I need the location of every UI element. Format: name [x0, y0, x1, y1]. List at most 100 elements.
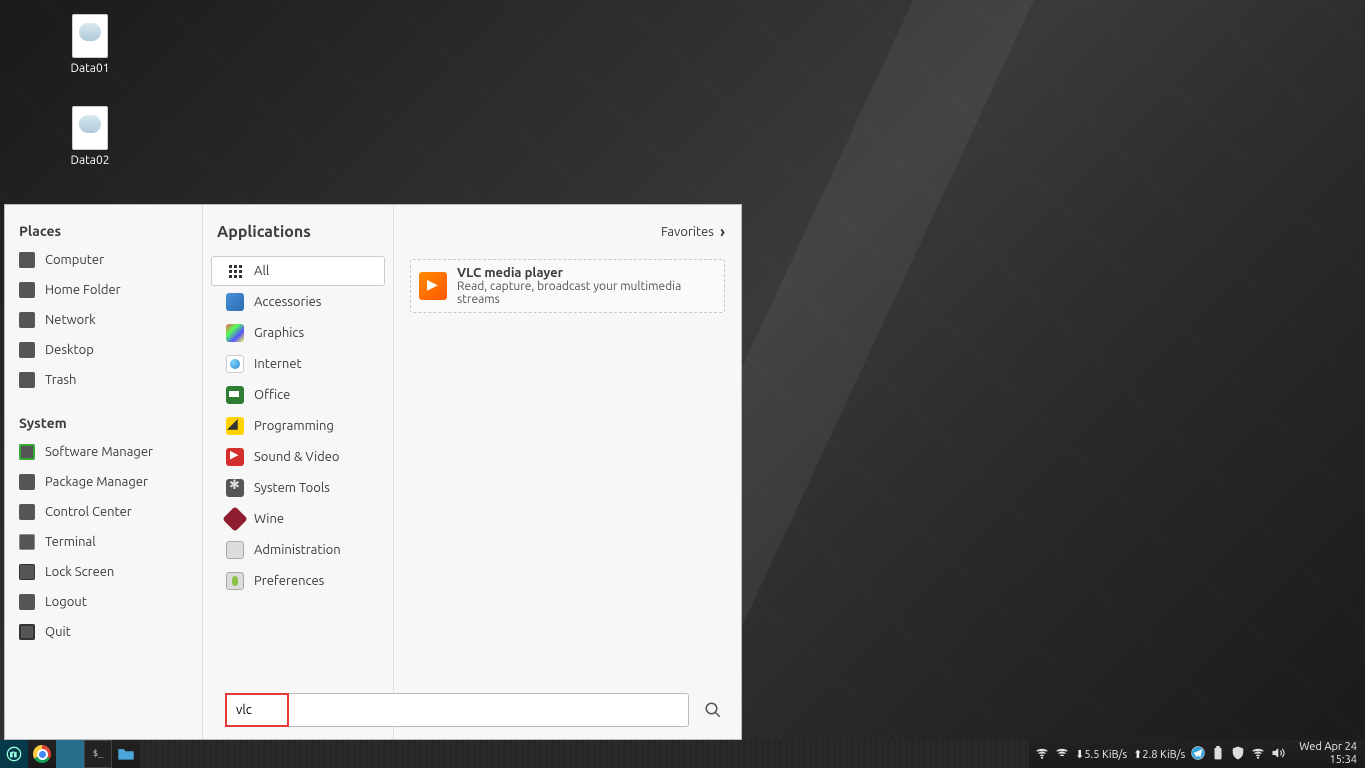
item-label: Software Manager — [45, 445, 153, 459]
computer-icon — [19, 252, 35, 268]
item-label: Terminal — [45, 535, 96, 549]
system-item-quit[interactable]: Quit — [5, 617, 202, 647]
clock-time: 15:34 — [1299, 754, 1357, 767]
category-preferences[interactable]: Preferences — [211, 566, 385, 596]
category-programming[interactable]: Programming — [211, 411, 385, 441]
item-label: Home Folder — [45, 283, 121, 297]
item-label: Control Center — [45, 505, 132, 519]
system-item-terminal[interactable]: Terminal — [5, 527, 202, 557]
wifi-alt-icon[interactable] — [1055, 746, 1069, 763]
control-icon — [19, 504, 35, 520]
category-office[interactable]: Office — [211, 380, 385, 410]
menu-apps-panel: Favorites › VLC media player Read, captu… — [394, 205, 741, 739]
desktop-icon-label: Data01 — [55, 62, 125, 75]
system-item-software-manager[interactable]: Software Manager — [5, 437, 202, 467]
favorites-label: Favorites — [661, 225, 714, 239]
places-item-network[interactable]: Network — [5, 305, 202, 335]
category-label: Administration — [254, 543, 341, 557]
item-label: Quit — [45, 625, 71, 639]
trash-icon — [19, 372, 35, 388]
category-label: Office — [254, 388, 290, 402]
search-box — [225, 693, 689, 727]
search-input[interactable] — [225, 693, 689, 727]
category-label: Programming — [254, 419, 334, 433]
disk-icon — [72, 14, 108, 58]
folder-icon — [117, 747, 135, 761]
battery-icon[interactable] — [1211, 746, 1225, 763]
app-name: VLC media player — [457, 266, 716, 280]
menu-categories-panel: Applications All Accessories Graphics Inter… — [203, 205, 394, 739]
clock-date: Wed Apr 24 — [1299, 741, 1357, 754]
home-icon — [19, 282, 35, 298]
system-item-package-manager[interactable]: Package Manager — [5, 467, 202, 497]
taskbar: $_ ⬇5.5 KiB/s ⬆2.8 KiB/s Wed Apr 24 — [0, 740, 1365, 768]
taskbar-chrome[interactable] — [28, 740, 56, 768]
package-icon — [19, 474, 35, 490]
category-label: Sound & Video — [254, 450, 340, 464]
category-graphics[interactable]: Graphics — [211, 318, 385, 348]
taskbar-window-list[interactable] — [140, 740, 1029, 768]
shield-icon[interactable] — [1231, 746, 1245, 763]
mint-icon — [6, 746, 22, 762]
category-administration[interactable]: Administration — [211, 535, 385, 565]
category-wine[interactable]: Wine — [211, 504, 385, 534]
item-label: Trash — [45, 373, 76, 387]
taskbar-terminal[interactable]: $_ — [84, 740, 112, 768]
item-label: Package Manager — [45, 475, 148, 489]
snd-icon — [226, 448, 244, 466]
lock-icon — [19, 564, 35, 580]
logout-icon — [19, 594, 35, 610]
item-label: Network — [45, 313, 96, 327]
network-icon[interactable] — [1251, 746, 1265, 763]
category-label: All — [254, 264, 269, 278]
menu-left-panel: Places ComputerHome FolderNetworkDesktop… — [5, 205, 203, 739]
wine-icon — [222, 506, 247, 531]
taskbar-files[interactable] — [112, 740, 140, 768]
places-item-computer[interactable]: Computer — [5, 245, 202, 275]
terminal-icon — [19, 534, 35, 550]
applications-heading: Applications — [217, 223, 379, 241]
category-label: Graphics — [254, 326, 304, 340]
taskbar-show-desktop[interactable] — [56, 740, 84, 768]
pref-icon — [226, 572, 244, 590]
acc-icon — [226, 293, 244, 311]
desktop-icon-data02[interactable]: Data02 — [55, 106, 125, 167]
places-item-desktop[interactable]: Desktop — [5, 335, 202, 365]
admin-icon — [226, 541, 244, 559]
category-sound-video[interactable]: Sound & Video — [211, 442, 385, 472]
app-result-vlc[interactable]: VLC media player Read, capture, broadcas… — [410, 259, 725, 313]
system-item-lock-screen[interactable]: Lock Screen — [5, 557, 202, 587]
category-all[interactable]: All — [211, 256, 385, 286]
search-button[interactable] — [697, 693, 729, 727]
system-item-control-center[interactable]: Control Center — [5, 497, 202, 527]
category-label: Accessories — [254, 295, 321, 309]
category-label: Internet — [254, 357, 302, 371]
places-item-home-folder[interactable]: Home Folder — [5, 275, 202, 305]
prog-icon — [226, 417, 244, 435]
disk-icon — [72, 106, 108, 150]
category-accessories[interactable]: Accessories — [211, 287, 385, 317]
system-item-logout[interactable]: Logout — [5, 587, 202, 617]
volume-icon[interactable] — [1271, 746, 1285, 763]
favorites-link[interactable]: Favorites › — [661, 223, 725, 241]
software-icon — [19, 444, 35, 460]
app-description: Read, capture, broadcast your multimedia… — [457, 280, 716, 306]
telegram-icon[interactable] — [1191, 746, 1205, 763]
net-up-indicator: ⬆2.8 KiB/s — [1133, 748, 1185, 761]
desktop-icon-data01[interactable]: Data01 — [55, 14, 125, 75]
vlc-icon — [419, 272, 447, 300]
item-label: Computer — [45, 253, 104, 267]
network-icon — [19, 312, 35, 328]
category-internet[interactable]: Internet — [211, 349, 385, 379]
wifi-icon[interactable] — [1035, 746, 1049, 763]
search-icon — [704, 701, 722, 719]
system-tray: ⬇5.5 KiB/s ⬆2.8 KiB/s — [1029, 746, 1291, 763]
sys-icon — [226, 479, 244, 497]
taskbar-clock[interactable]: Wed Apr 24 15:34 — [1291, 741, 1365, 766]
net-icon — [226, 355, 244, 373]
places-item-trash[interactable]: Trash — [5, 365, 202, 395]
menu-button[interactable] — [0, 740, 28, 768]
category-system-tools[interactable]: System Tools — [211, 473, 385, 503]
item-label: Logout — [45, 595, 87, 609]
item-label: Desktop — [45, 343, 94, 357]
